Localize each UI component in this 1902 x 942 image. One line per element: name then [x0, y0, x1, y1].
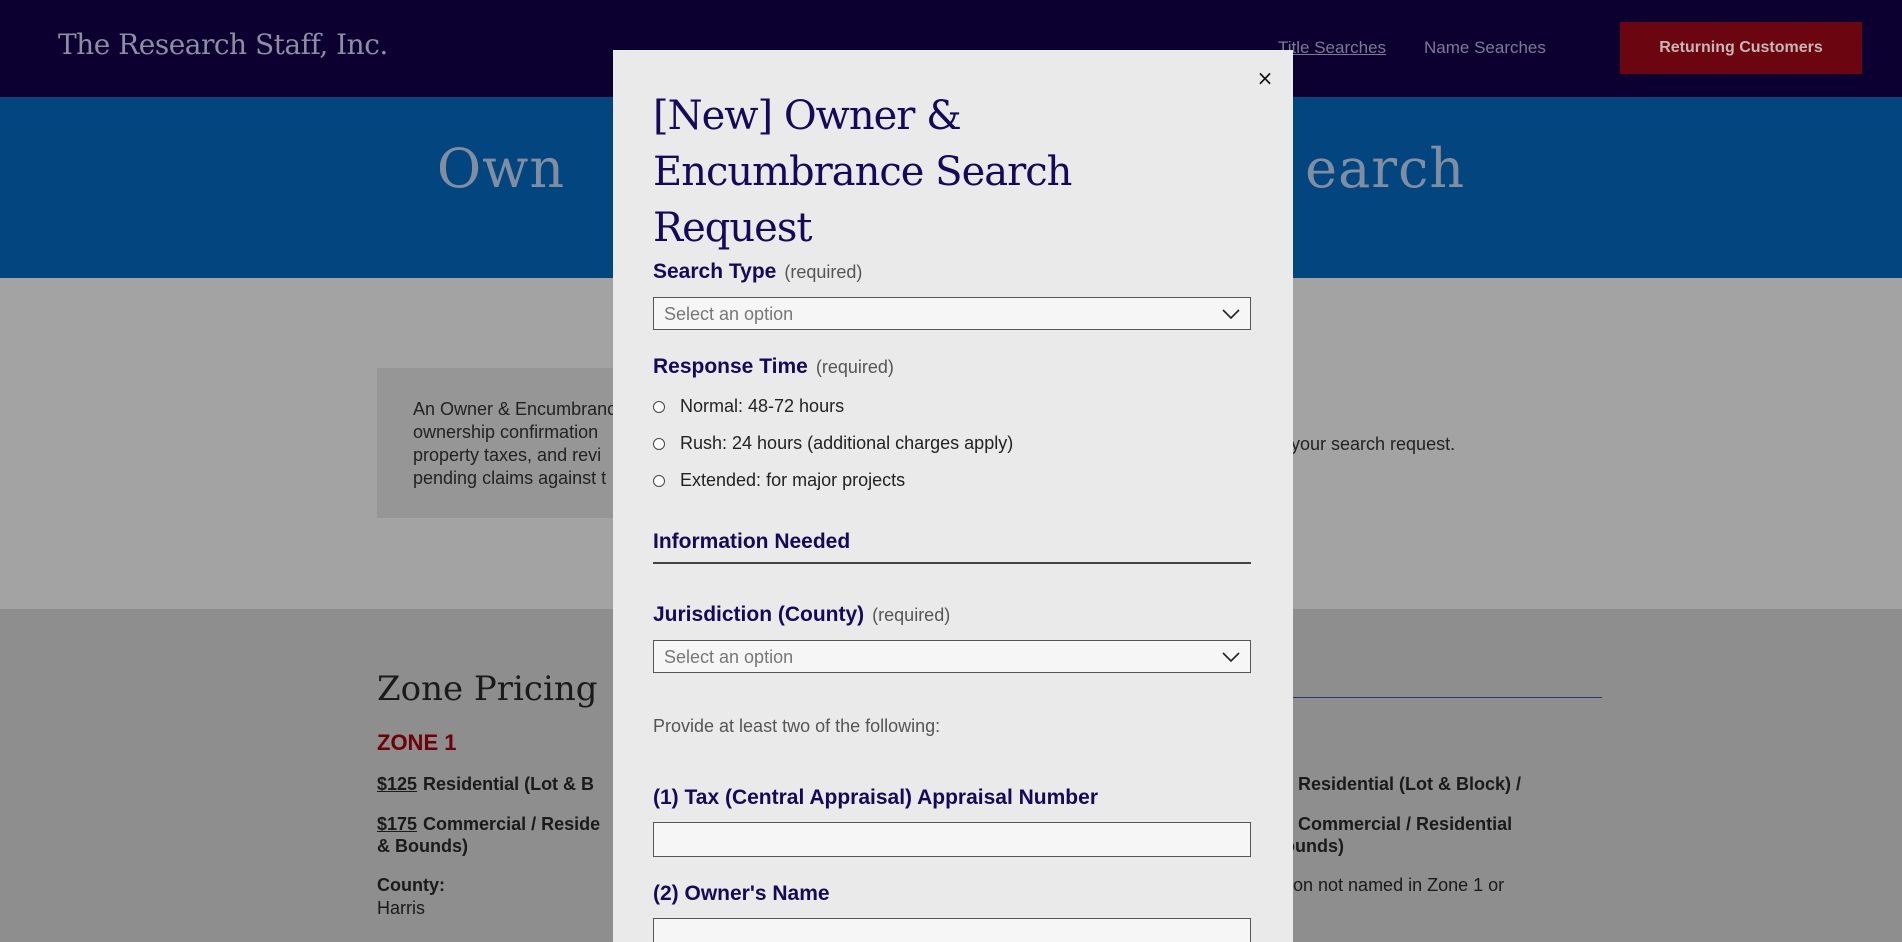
radio-button[interactable] — [653, 401, 665, 413]
search-type-label-text: Search Type — [653, 260, 777, 283]
nav-name-searches[interactable]: Name Searches — [1424, 38, 1546, 58]
price-description-right: Residential (Lot & Block) / — [1298, 774, 1522, 794]
radio-button[interactable] — [653, 475, 665, 487]
response-time-label-text: Response Time — [653, 355, 808, 378]
search-type-placeholder: Select an option — [664, 304, 794, 324]
price-description: Commercial / Reside — [423, 814, 601, 834]
chevron-down-icon — [1222, 309, 1240, 320]
owner-name-label: (2) Owner's Name — [653, 882, 830, 905]
price-amount: $175 — [377, 814, 418, 834]
county-value: Harris — [377, 898, 425, 918]
price-row-continued: & Bounds) — [377, 836, 468, 856]
radio-label[interactable]: Rush: 24 hours (additional charges apply… — [680, 433, 1013, 454]
information-needed-heading: Information Needed — [653, 530, 1251, 564]
price-description-right: Commercial / Residential — [1298, 814, 1513, 834]
required-indicator: (required) — [872, 605, 951, 625]
required-indicator: (required) — [784, 262, 863, 282]
tax-number-input[interactable] — [653, 822, 1251, 857]
hero-title-right: earch — [1305, 137, 1466, 200]
price-description-right-continued: ounds) — [1284, 836, 1344, 856]
tax-number-label: (1) Tax (Central Appraisal) Appraisal Nu… — [653, 786, 1098, 809]
site-brand[interactable]: The Research Staff, Inc. — [58, 28, 388, 61]
close-icon[interactable]: × — [1253, 66, 1277, 90]
search-type-label: Search Type (required) — [653, 260, 862, 284]
jurisdiction-placeholder: Select an option — [664, 647, 794, 667]
radio-button[interactable] — [653, 438, 665, 450]
chevron-down-icon — [1222, 652, 1240, 663]
required-indicator: (required) — [815, 357, 894, 377]
price-amount: $125 — [377, 774, 418, 794]
hero-title-left: Own — [436, 137, 566, 200]
jurisdiction-select[interactable]: Select an option — [653, 640, 1251, 673]
jurisdiction-label: Jurisdiction (County) (required) — [653, 603, 950, 627]
price-row: $175 Commercial / Reside — [377, 813, 600, 835]
search-request-modal: × [New] Owner & Encumbrance Search Reque… — [613, 50, 1293, 942]
radio-label[interactable]: Normal: 48-72 hours — [680, 396, 844, 417]
county-label: County: — [377, 875, 445, 895]
price-description: Residential (Lot & B — [423, 774, 595, 794]
nav-title-searches[interactable]: Title Searches — [1278, 38, 1386, 58]
owner-name-input[interactable] — [653, 918, 1251, 942]
search-type-select[interactable]: Select an option — [653, 297, 1251, 330]
zone-heading-divider — [1290, 697, 1602, 698]
price-row: $125 Residential (Lot & B — [377, 773, 594, 795]
radio-label[interactable]: Extended: for major projects — [680, 470, 905, 491]
zone-pricing-heading: Zone Pricing — [377, 669, 598, 709]
zone-note-right: tion not named in Zone 1 or — [1284, 875, 1505, 895]
returning-customers-button[interactable]: Returning Customers — [1620, 22, 1862, 74]
helper-text: Provide at least two of the following: — [653, 716, 941, 736]
jurisdiction-label-text: Jurisdiction (County) — [653, 603, 865, 626]
zone1-label: ZONE 1 — [377, 730, 457, 755]
response-time-label: Response Time (required) — [653, 355, 894, 379]
modal-title: [New] Owner & Encumbrance Search Request — [653, 93, 1072, 251]
